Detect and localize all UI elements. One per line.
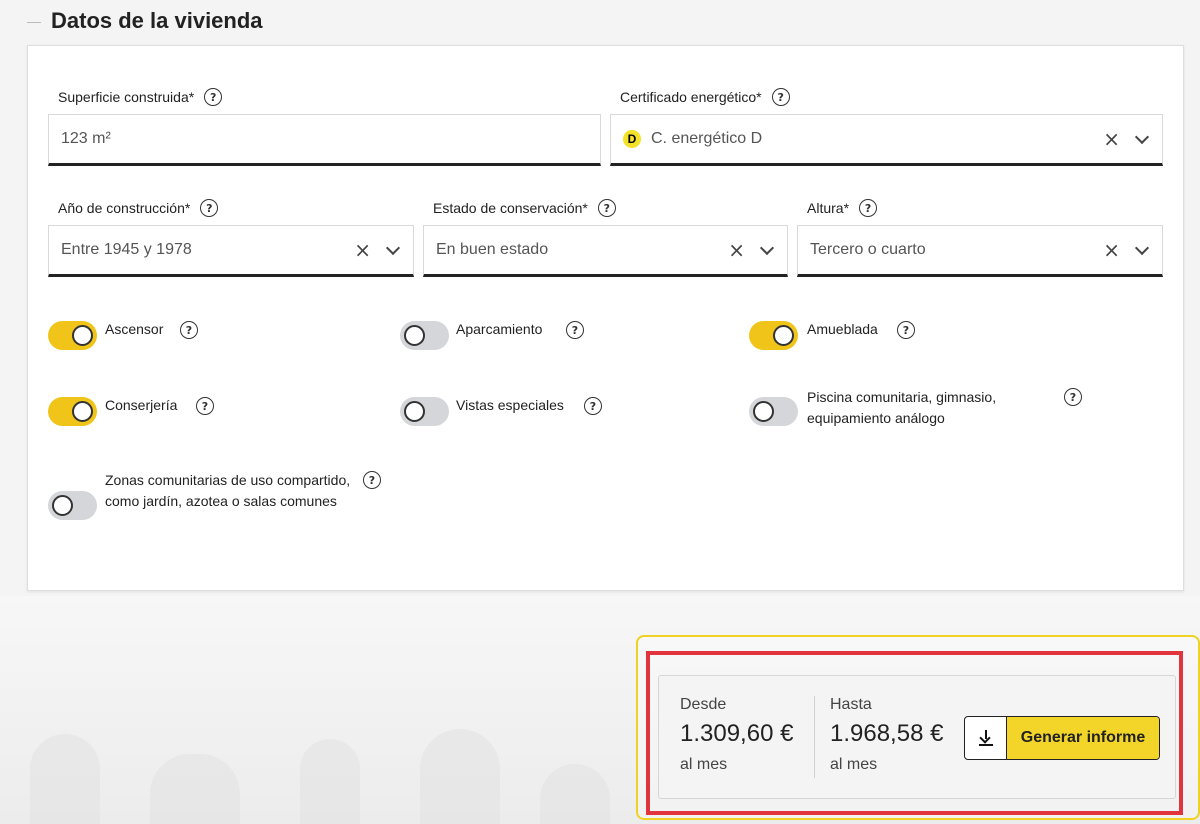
toggle-conserjeria[interactable] (48, 397, 97, 426)
desde-value: 1.309,60 € (680, 720, 794, 747)
toggle-label-piscina: Piscina comunitaria, gimnasio, equipamie… (807, 389, 997, 426)
toggle-label-zonas-comunitarias: Zonas comunitarias de uso compartido, co… (105, 472, 351, 509)
help-icon[interactable]: ? (597, 199, 616, 217)
desde-label: Desde (680, 696, 727, 713)
section-header: Datos de la vivienda (0, 8, 1200, 38)
hasta-period: al mes (830, 756, 878, 773)
certificado-value: C. energético D (651, 130, 763, 147)
help-icon[interactable]: ? (196, 397, 214, 415)
toggle-label-ascensor: Ascensor (105, 321, 164, 337)
generar-informe-label: Generar informe (1007, 717, 1159, 759)
toggle-label-conserjeria: Conserjería (105, 397, 178, 413)
clear-icon[interactable]: × (1103, 129, 1120, 149)
anio-label: Año de construcción* ? (58, 199, 219, 217)
hasta-label: Hasta (830, 696, 872, 713)
chevron-down-icon[interactable] (1134, 131, 1150, 147)
vivienda-form-card: Superficie construida* ? 123 m² Certific… (27, 45, 1184, 591)
price-desde: Desde 1.309,60 € al mes (680, 696, 793, 774)
price-hasta: Hasta 1.968,58 € al mes (830, 696, 943, 774)
superficie-input[interactable]: 123 m² (48, 114, 601, 166)
help-icon[interactable]: ? (859, 199, 878, 217)
certificado-label: Certificado energético* ? (620, 88, 790, 106)
section-title: Datos de la vivienda (51, 8, 263, 33)
help-icon[interactable]: ? (897, 321, 915, 339)
generar-informe-button[interactable]: Generar informe (964, 716, 1160, 760)
toggle-vistas-especiales[interactable] (400, 397, 449, 426)
clear-icon[interactable]: × (354, 240, 371, 260)
help-icon[interactable]: ? (204, 88, 223, 106)
anio-select[interactable]: Entre 1945 y 1978 × (48, 225, 414, 277)
download-icon (978, 730, 993, 746)
price-result-box: Desde 1.309,60 € al mes Hasta 1.968,58 €… (658, 675, 1176, 799)
toggle-label-vistas-especiales: Vistas especiales (456, 397, 564, 413)
certificado-select[interactable]: D C. energético D × (610, 114, 1163, 166)
help-icon[interactable]: ? (363, 471, 381, 489)
chevron-down-icon[interactable] (1134, 242, 1150, 258)
help-icon[interactable]: ? (771, 88, 790, 106)
clear-icon[interactable]: × (728, 240, 745, 260)
estado-label: Estado de conservación* ? (433, 199, 616, 217)
desde-period: al mes (680, 756, 728, 773)
altura-label: Altura* ? (807, 199, 878, 217)
help-icon[interactable]: ? (200, 199, 219, 217)
help-icon[interactable]: ? (566, 321, 584, 339)
altura-value: Tercero o cuarto (810, 241, 926, 258)
chevron-down-icon[interactable] (759, 242, 775, 258)
toggle-label-aparcamiento: Aparcamiento (456, 321, 543, 337)
help-icon[interactable]: ? (180, 321, 198, 339)
hasta-value: 1.968,58 € (830, 720, 944, 747)
section-rule (27, 22, 41, 23)
toggle-piscina[interactable] (749, 397, 798, 426)
toggle-label-amueblada: Amueblada (807, 321, 878, 337)
toggle-ascensor[interactable] (48, 321, 97, 350)
anio-value: Entre 1945 y 1978 (61, 241, 192, 258)
energy-rating-badge: D (623, 130, 641, 148)
chevron-down-icon[interactable] (385, 242, 401, 258)
estado-select[interactable]: En buen estado × (423, 225, 788, 277)
price-divider (814, 696, 815, 778)
toggle-amueblada[interactable] (749, 321, 798, 350)
superficie-label: Superficie construida* ? (58, 88, 223, 106)
superficie-value: 123 m² (61, 130, 111, 147)
toggle-aparcamiento[interactable] (400, 321, 449, 350)
help-icon[interactable]: ? (584, 397, 602, 415)
estado-value: En buen estado (436, 241, 549, 258)
help-icon[interactable]: ? (1064, 388, 1082, 406)
altura-select[interactable]: Tercero o cuarto × (797, 225, 1163, 277)
toggle-zonas-comunitarias[interactable] (48, 491, 97, 520)
clear-icon[interactable]: × (1103, 240, 1120, 260)
